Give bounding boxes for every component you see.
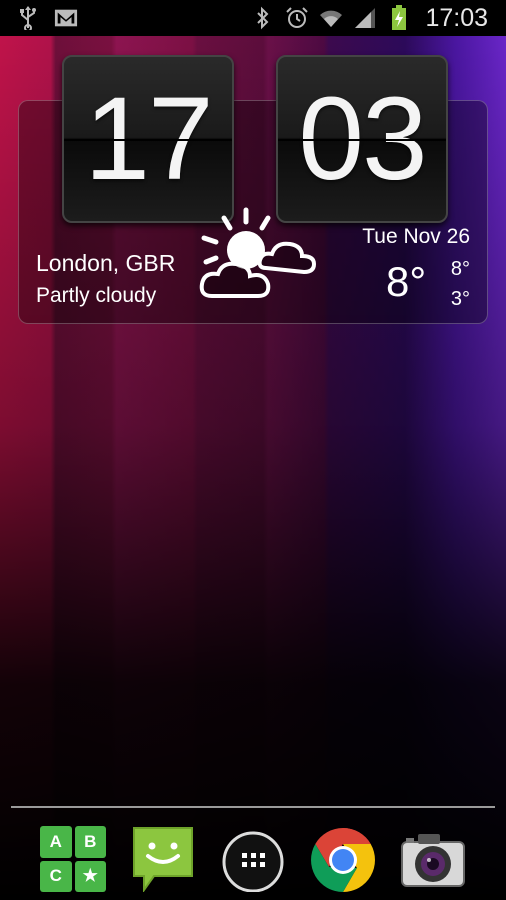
bluetooth-icon — [251, 6, 275, 30]
weather-location: London, GBR — [36, 250, 176, 276]
star-icon: ★ — [74, 860, 106, 892]
messaging-app-icon[interactable] — [128, 822, 198, 894]
alarm-icon — [285, 6, 309, 30]
clock-minutes-card[interactable]: 03 — [276, 55, 448, 223]
status-bar-time: 17:03 — [425, 3, 488, 32]
abc-letter: B — [74, 826, 106, 858]
low-temperature: 3° — [450, 288, 470, 310]
abc-letter: C — [40, 860, 72, 892]
widget-date: Tue Nov 26 — [362, 225, 470, 248]
dock-divider — [11, 806, 495, 808]
camera-app-icon[interactable] — [398, 822, 468, 892]
clock-minutes: 03 — [298, 73, 427, 205]
weather-condition: Partly cloudy — [36, 284, 157, 307]
high-temperature: 8° — [450, 258, 470, 280]
clock-hours-card[interactable]: 17 — [62, 55, 234, 223]
chrome-app-icon[interactable] — [308, 822, 378, 892]
abc-app-icon[interactable]: A B C ★ — [38, 822, 108, 892]
usb-icon — [16, 6, 40, 30]
abc-letter: A — [40, 826, 72, 858]
gmail-icon — [54, 6, 78, 30]
app-drawer-icon[interactable] — [218, 822, 288, 893]
dock: A B C ★ — [0, 814, 506, 900]
clock-hours: 17 — [84, 73, 213, 205]
status-bar: 17:03 — [0, 0, 506, 36]
signal-icon — [353, 6, 377, 30]
partly-cloudy-icon — [199, 207, 317, 298]
current-temperature: 8° — [386, 258, 427, 305]
battery-charging-icon — [387, 5, 411, 30]
wifi-icon — [319, 6, 343, 30]
